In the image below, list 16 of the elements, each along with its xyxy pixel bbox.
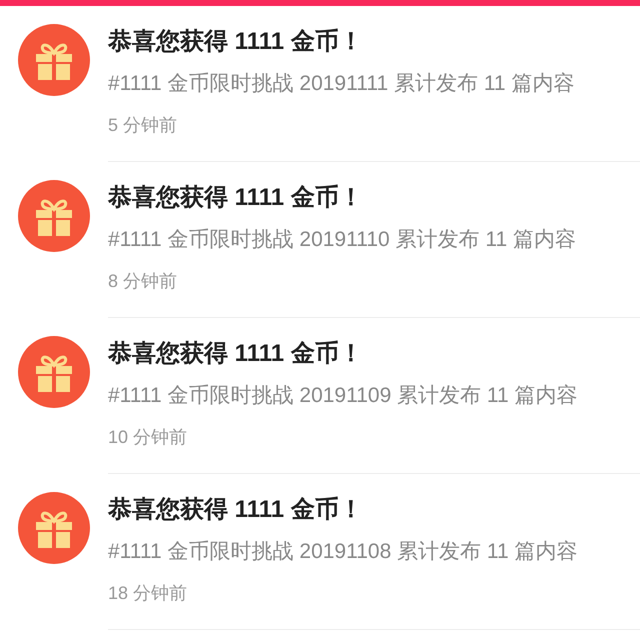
timestamp: 18 分钟前 [108,582,188,605]
gift-icon [18,180,90,252]
notification-title: 恭喜您获得 1111 金币！ [108,339,364,369]
notification-message: #1111 金币限时挑战 20191111 累计发布 11 篇内容 [108,71,576,97]
gift-icon [18,492,90,564]
timestamp: 10 分钟前 [108,426,188,449]
timestamp: 8 分钟前 [108,270,178,293]
timestamp: 5 分钟前 [108,114,178,137]
gift-icon [18,24,90,96]
notification-message: #1111 金币限时挑战 20191109 累计发布 11 篇内容 [108,383,579,409]
notification-title: 恭喜您获得 1111 金币！ [108,183,364,213]
notification-message: #1111 金币限时挑战 20191108 累计发布 11 篇内容 [108,539,579,565]
gift-icon [18,336,90,408]
notification-message: #1111 金币限时挑战 20191110 累计发布 11 篇内容 [108,227,578,253]
notification-title: 恭喜您获得 1111 金币！ [108,495,364,525]
notification-title: 恭喜您获得 1111 金币！ [108,27,364,57]
